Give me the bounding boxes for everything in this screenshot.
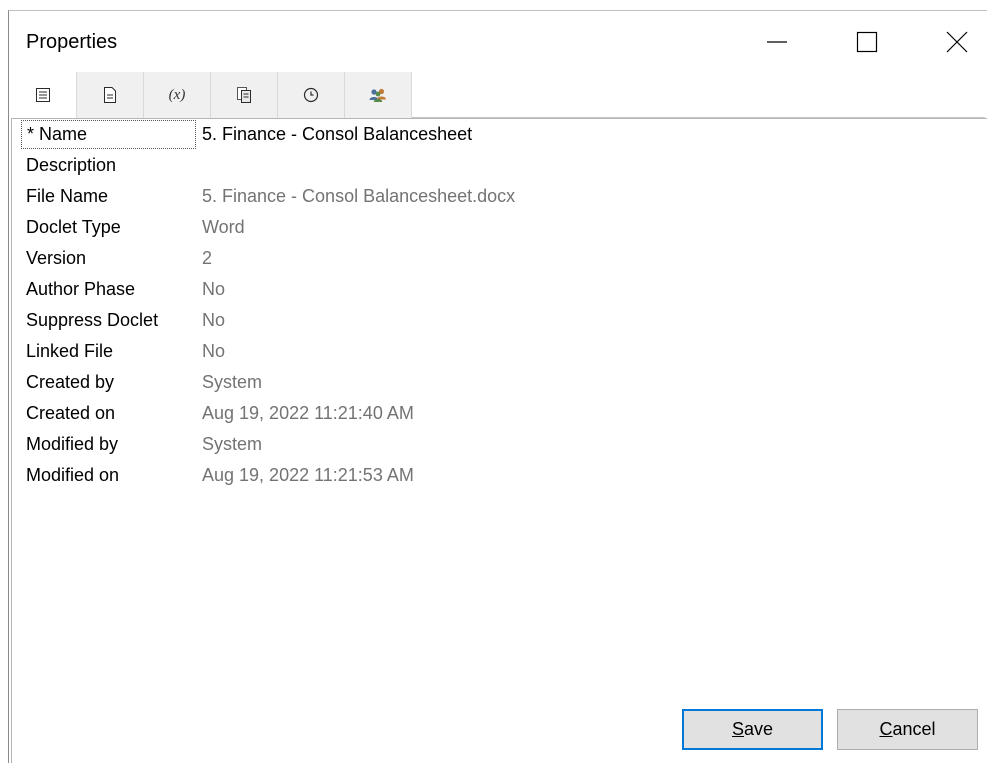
users-icon — [369, 88, 386, 102]
minimize-button[interactable] — [747, 11, 807, 73]
tab-history[interactable] — [278, 72, 345, 118]
maximize-icon — [856, 31, 878, 53]
variable-icon: (x) — [168, 86, 186, 103]
save-button-label: Save — [732, 719, 773, 740]
property-row[interactable]: Description — [12, 150, 987, 181]
property-value: 2 — [202, 248, 213, 268]
property-label: Created on — [26, 403, 116, 423]
title-bar[interactable]: Properties — [9, 11, 987, 73]
property-value: No — [202, 341, 226, 361]
property-value: No — [202, 279, 226, 299]
properties-dialog: Properties (x) * Name 5. Finance - Conso… — [8, 10, 987, 763]
property-tabs: (x) — [10, 72, 985, 118]
property-row[interactable]: Created by System — [12, 367, 987, 398]
save-button[interactable]: Save — [682, 709, 823, 750]
property-row[interactable]: Suppress Doclet No — [12, 305, 987, 336]
property-label: Version — [26, 248, 87, 268]
property-row[interactable]: Doclet Type Word — [12, 212, 987, 243]
property-value: No — [202, 310, 226, 330]
maximize-button[interactable] — [837, 11, 897, 73]
property-value: System — [202, 372, 263, 392]
tab-properties[interactable] — [10, 72, 77, 118]
clock-icon — [303, 87, 319, 103]
property-value: Aug 19, 2022 11:21:40 AM — [202, 403, 414, 423]
tab-document[interactable] — [77, 72, 144, 118]
property-value: Word — [202, 217, 245, 237]
cancel-button[interactable]: Cancel — [837, 709, 978, 750]
window-title: Properties — [26, 31, 118, 53]
property-label: Modified on — [26, 465, 120, 485]
pages-icon — [237, 87, 251, 103]
property-label: * Name — [21, 120, 196, 149]
property-value: Aug 19, 2022 11:21:53 AM — [202, 465, 414, 485]
list-icon — [36, 88, 50, 102]
property-row[interactable]: Version 2 — [12, 243, 987, 274]
tab-pages[interactable] — [211, 72, 278, 118]
save-label-rest: ave — [743, 719, 774, 739]
property-label: File Name — [26, 186, 109, 206]
property-row[interactable]: File Name 5. Finance - Consol Balanceshe… — [12, 181, 987, 212]
property-label: Created by — [26, 372, 115, 392]
cancel-mnemonic: C — [879, 719, 893, 739]
close-icon — [946, 31, 968, 53]
property-value: 5. Finance - Consol Balancesheet.docx — [202, 186, 516, 206]
tab-variables[interactable]: (x) — [144, 72, 211, 118]
property-label: Description — [26, 155, 117, 175]
property-row[interactable]: Author Phase No — [12, 274, 987, 305]
cancel-button-label: Cancel — [879, 719, 935, 740]
minimize-icon — [767, 41, 787, 43]
tab-users[interactable] — [345, 72, 412, 118]
property-row[interactable]: Created on Aug 19, 2022 11:21:40 AM — [12, 398, 987, 429]
property-label: Author Phase — [26, 279, 136, 299]
property-row[interactable]: Linked File No — [12, 336, 987, 367]
property-row[interactable]: Modified on Aug 19, 2022 11:21:53 AM — [12, 460, 987, 491]
property-label: Suppress Doclet — [26, 310, 159, 330]
property-label: Modified by — [26, 434, 119, 454]
property-grid: * Name 5. Finance - Consol Balancesheet … — [11, 118, 987, 763]
property-row[interactable]: Modified by System — [12, 429, 987, 460]
document-icon — [104, 87, 116, 103]
property-label: Linked File — [26, 341, 114, 361]
property-value: System — [202, 434, 263, 454]
save-mnemonic: S — [731, 719, 744, 739]
property-label: Doclet Type — [26, 217, 121, 237]
property-value[interactable]: 5. Finance - Consol Balancesheet — [202, 119, 472, 150]
cancel-label-rest: ancel — [892, 719, 936, 739]
property-row[interactable]: * Name 5. Finance - Consol Balancesheet — [12, 119, 987, 150]
close-button[interactable] — [927, 11, 987, 73]
